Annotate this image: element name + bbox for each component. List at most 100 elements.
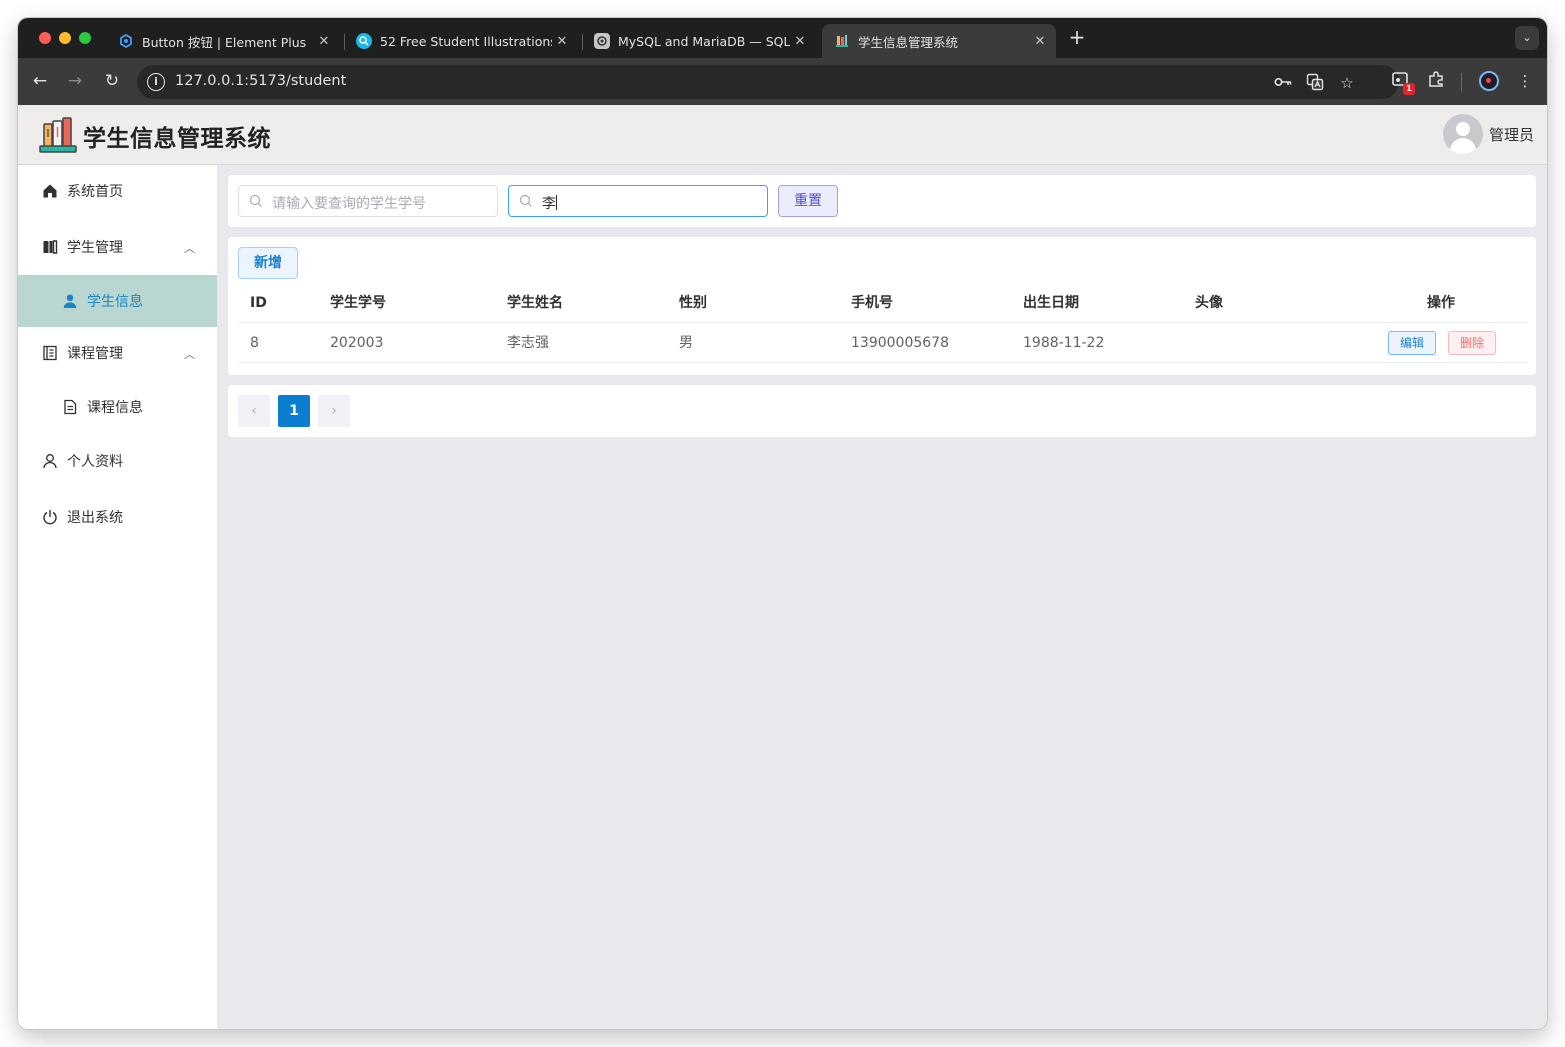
sidebar-item-label: 学生管理: [67, 240, 123, 256]
browser-tab-active[interactable]: 学生信息管理系统 ✕: [822, 24, 1056, 58]
puzzle-icon[interactable]: [1425, 70, 1447, 92]
cell-birthday: 1988-11-22: [1023, 335, 1105, 351]
toolbar-divider: [1461, 73, 1462, 91]
close-tab-icon[interactable]: ✕: [1030, 34, 1050, 49]
address-bar[interactable]: i 127.0.0.1:5173/student ☆: [137, 65, 1399, 99]
page-number-button[interactable]: 1: [278, 395, 310, 427]
search-icon: [356, 33, 372, 49]
sidebar-item-home[interactable]: 系统首页: [18, 165, 217, 217]
sidebar-item-logout[interactable]: 退出系统: [18, 491, 217, 543]
chevron-up-icon: ︿: [184, 242, 195, 255]
sidebar-item-label: 个人资料: [67, 454, 123, 470]
sidebar-item-profile[interactable]: 个人资料: [18, 435, 217, 487]
app-logo: [38, 115, 78, 155]
sidebar-item-label: 学生信息: [87, 294, 143, 310]
minimize-window-button[interactable]: [59, 32, 71, 44]
tab-title: 52 Free Student Illustrations: [380, 33, 552, 49]
browser-window: Button 按钮 | Element Plus ✕ 52 Free Stude…: [18, 18, 1547, 1029]
pagination-card: ‹ 1 ›: [228, 385, 1536, 437]
student-app-icon: [834, 33, 850, 49]
text-caret: [556, 195, 557, 210]
reload-icon[interactable]: ↻: [101, 70, 123, 92]
sidebar-item-label: 退出系统: [67, 510, 123, 526]
cell-gender: 男: [679, 335, 693, 351]
column-header-number: 学生学号: [330, 295, 386, 311]
translate-icon[interactable]: [1305, 73, 1325, 93]
search-value-text: 李: [542, 196, 556, 212]
table-card: 新增 ID 学生学号 学生姓名 性别 手机号 出生日期 头像 操作 8 2020…: [228, 237, 1536, 375]
home-icon: [41, 182, 59, 200]
tab-bar: Button 按钮 | Element Plus ✕ 52 Free Stude…: [18, 18, 1547, 58]
browser-tab[interactable]: MySQL and MariaDB — SQLAlchemy ✕: [582, 24, 816, 58]
chevron-up-icon: ︿: [184, 348, 195, 361]
chevron-down-icon[interactable]: ⌄: [1515, 26, 1539, 50]
tab-title: Button 按钮 | Element Plus: [142, 34, 307, 50]
close-window-button[interactable]: [39, 32, 51, 44]
column-header-actions: 操作: [1427, 295, 1455, 311]
cell-phone: 13900005678: [851, 335, 949, 351]
close-tab-icon[interactable]: ✕: [790, 34, 810, 49]
new-tab-icon[interactable]: +: [1066, 27, 1088, 49]
prev-page-button[interactable]: ‹: [238, 395, 270, 427]
table-header: ID 学生学号 学生姓名 性别 手机号 出生日期 头像 操作: [238, 283, 1528, 323]
search-card: 请输入要查询的学生学号 李 重置: [228, 175, 1536, 227]
element-plus-icon: [118, 33, 134, 49]
sidebar-item-course-info[interactable]: 课程信息: [18, 381, 217, 433]
user-outline-icon: [41, 452, 59, 470]
column-header-phone: 手机号: [851, 295, 893, 311]
close-tab-icon[interactable]: ✕: [552, 34, 572, 49]
student-number-search-input[interactable]: 请输入要查询的学生学号: [238, 185, 498, 217]
tab-title: MySQL and MariaDB — SQLAlchemy: [618, 33, 790, 49]
forward-icon[interactable]: →: [64, 70, 86, 92]
sidebar-item-label: 课程信息: [87, 400, 143, 416]
avatar-head-shape: [1456, 122, 1470, 136]
bookmark-star-icon[interactable]: ☆: [1337, 73, 1357, 93]
add-student-button[interactable]: 新增: [238, 247, 298, 279]
column-header-name: 学生姓名: [507, 295, 563, 311]
search-value: 李: [542, 193, 557, 213]
reset-button[interactable]: 重置: [778, 185, 838, 217]
avatar-body-shape: [1450, 138, 1476, 154]
search-icon: [249, 194, 262, 207]
maximize-window-button[interactable]: [79, 32, 91, 44]
sidebar-menu: 系统首页 学生管理 ︿ 学生信息 课程管理 ︿ 课程信息 个人资料 退出系统: [18, 165, 217, 1029]
sidebar-item-label: 课程管理: [67, 346, 123, 362]
student-table: ID 学生学号 学生姓名 性别 手机号 出生日期 头像 操作 8 202003 …: [238, 283, 1528, 363]
document-icon: [61, 398, 79, 416]
edit-button[interactable]: 编辑: [1388, 331, 1436, 355]
browser-toolbar: ← → ↻ i 127.0.0.1:5173/student ☆ 1 ⋮: [18, 58, 1547, 105]
user-name[interactable]: 管理员: [1489, 124, 1534, 145]
power-icon: [41, 508, 59, 526]
sidebar-item-student-info[interactable]: 学生信息: [18, 275, 217, 327]
close-tab-icon[interactable]: ✕: [314, 34, 334, 49]
sidebar-item-student-management[interactable]: 学生管理 ︿: [18, 221, 217, 273]
cell-name: 李志强: [507, 335, 549, 351]
site-info-icon[interactable]: i: [147, 73, 165, 91]
search-icon: [519, 194, 532, 207]
browser-tab[interactable]: Button 按钮 | Element Plus ✕: [106, 24, 340, 58]
key-icon[interactable]: [1273, 73, 1293, 93]
url-text[interactable]: 127.0.0.1:5173/student: [175, 73, 346, 89]
extension-icon[interactable]: 1: [1389, 70, 1415, 95]
sidebar-item-course-management[interactable]: 课程管理 ︿: [18, 327, 217, 379]
student-name-search-input[interactable]: 李: [508, 185, 768, 217]
app-title: 学生信息管理系统: [83, 126, 271, 152]
user-avatar[interactable]: [1443, 114, 1483, 154]
delete-button[interactable]: 删除: [1448, 331, 1496, 355]
table-row: 8 202003 李志强 男 13900005678 1988-11-22 编辑…: [238, 323, 1528, 363]
tab-title: 学生信息管理系统: [858, 34, 959, 50]
profile-icon[interactable]: [1479, 71, 1499, 91]
more-menu-icon[interactable]: ⋮: [1514, 70, 1536, 92]
column-header-birthday: 出生日期: [1023, 295, 1079, 311]
back-icon[interactable]: ←: [29, 70, 51, 92]
notebook-icon: [41, 238, 59, 256]
column-header-gender: 性别: [679, 295, 707, 311]
cell-id: 8: [250, 335, 259, 351]
next-page-button[interactable]: ›: [318, 395, 350, 427]
user-icon: [61, 292, 79, 310]
browser-tab[interactable]: 52 Free Student Illustrations ✕: [344, 24, 578, 58]
notebook-outline-icon: [41, 344, 59, 362]
column-header-avatar: 头像: [1195, 295, 1223, 311]
sqlalchemy-icon: [594, 33, 610, 49]
extension-badge: 1: [1403, 83, 1415, 95]
